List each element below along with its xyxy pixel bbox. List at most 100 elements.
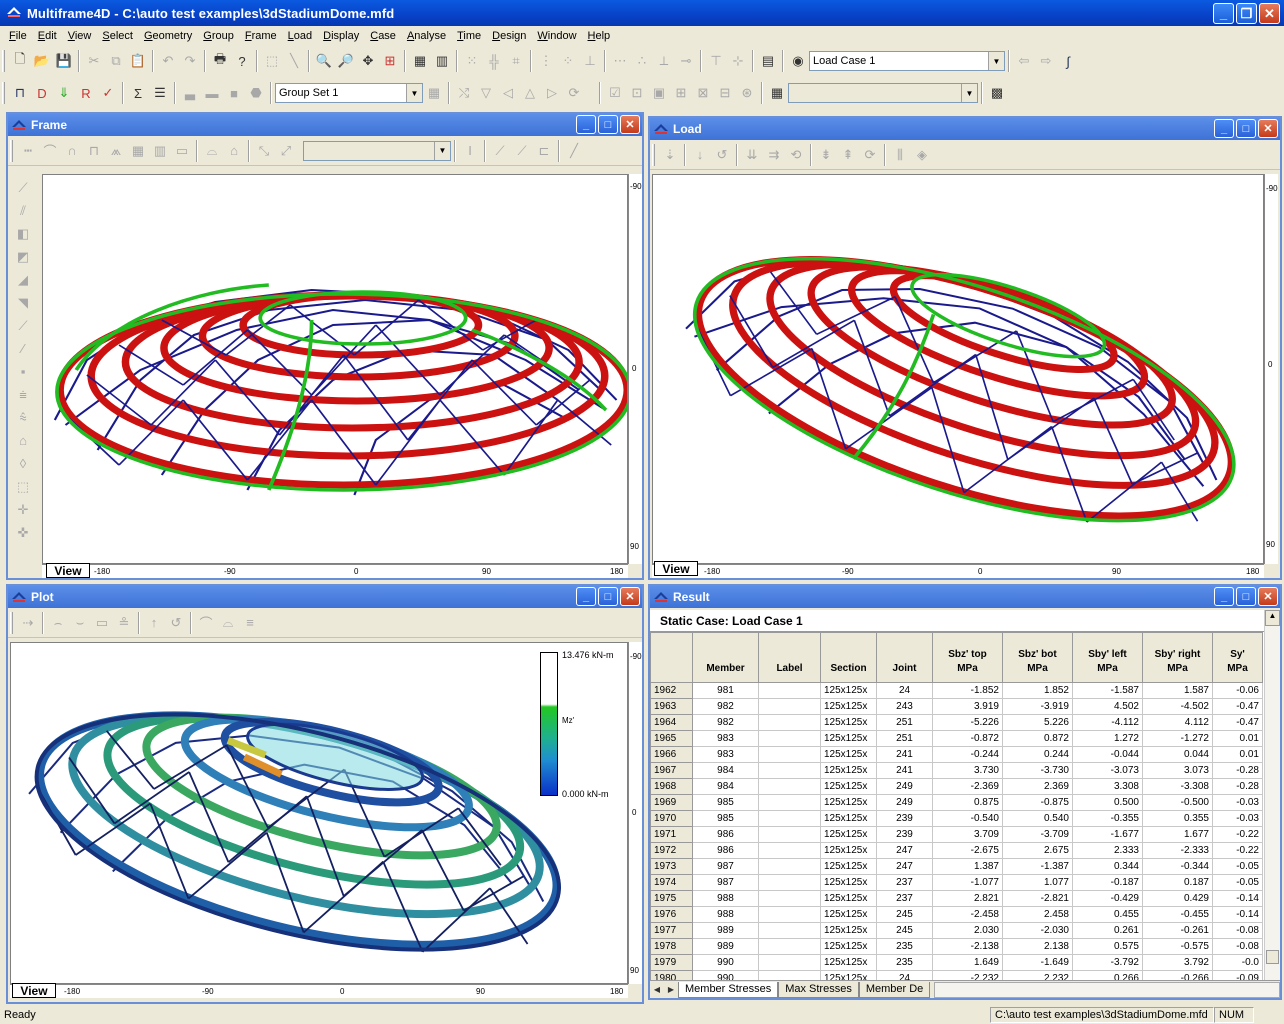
- table-cell[interactable]: -0.187: [1072, 874, 1143, 891]
- table-cell[interactable]: [758, 698, 821, 715]
- distributed-load2-icon[interactable]: ⇉: [763, 144, 785, 166]
- minimize-button[interactable]: _: [1214, 119, 1234, 138]
- plot-view-tab[interactable]: View: [12, 983, 56, 998]
- table-cell[interactable]: 125x125x: [820, 762, 877, 779]
- table-cell[interactable]: 125x125x: [820, 970, 877, 980]
- force-icon[interactable]: ↓: [689, 144, 711, 166]
- table-cell[interactable]: 0.540: [1002, 810, 1073, 827]
- plot-window-icon[interactable]: ✓: [97, 82, 119, 104]
- view-left-icon[interactable]: ◁: [497, 82, 519, 104]
- column-header[interactable]: Sby' right MPa: [1142, 632, 1213, 683]
- table-cell[interactable]: 24: [876, 682, 933, 699]
- close-button[interactable]: ✕: [1258, 119, 1278, 138]
- table-cell[interactable]: 125x125x: [820, 938, 877, 955]
- design-select[interactable]: ▼: [788, 83, 978, 103]
- row-header[interactable]: 1973: [650, 858, 693, 875]
- row-header[interactable]: 1974: [650, 874, 693, 891]
- toolbar-grip[interactable]: [2, 82, 5, 104]
- table-cell[interactable]: [758, 858, 821, 875]
- cut-icon[interactable]: ✂: [83, 50, 105, 72]
- table-cell[interactable]: -0.14: [1212, 906, 1263, 923]
- table-cell[interactable]: 988: [692, 906, 759, 923]
- table-cell[interactable]: 125x125x: [820, 842, 877, 859]
- member-tool4-icon[interactable]: ◩: [12, 245, 34, 268]
- table-cell[interactable]: 247: [876, 858, 933, 875]
- menu-geometry[interactable]: Geometry: [139, 30, 198, 42]
- table-cell[interactable]: 986: [692, 842, 759, 859]
- table-cell[interactable]: 4.112: [1142, 714, 1213, 731]
- table-cell[interactable]: 2.821: [932, 890, 1003, 907]
- result-vertical-scrollbar[interactable]: ▲: [1264, 610, 1280, 980]
- tab-scroll-left-icon[interactable]: ◀: [650, 983, 664, 997]
- joint-tool2-icon[interactable]: ▪: [12, 360, 34, 383]
- table-cell[interactable]: 239: [876, 810, 933, 827]
- table-cell[interactable]: [758, 762, 821, 779]
- table-cell[interactable]: 989: [692, 922, 759, 939]
- row-header[interactable]: 1970: [650, 810, 693, 827]
- table-cell[interactable]: -0.872: [932, 730, 1003, 747]
- table-cell[interactable]: 1.852: [1002, 682, 1073, 699]
- member-tool6-icon[interactable]: ◥: [12, 291, 34, 314]
- table-cell[interactable]: -0.875: [1002, 794, 1073, 811]
- support-tool2-icon[interactable]: ⩯: [12, 406, 34, 429]
- report-list-icon[interactable]: ☰: [149, 82, 171, 104]
- menu-file[interactable]: File: [4, 30, 33, 42]
- table-cell[interactable]: 125x125x: [820, 826, 877, 843]
- table-cell[interactable]: 986: [692, 826, 759, 843]
- maximize-button[interactable]: □: [598, 587, 618, 606]
- table-row[interactable]: 1976 988 125x125x 245 -2.458 2.458 0.455 -0.455…: [650, 906, 1263, 923]
- toolbar-grip[interactable]: [2, 50, 5, 72]
- chevron-down-icon[interactable]: ▼: [988, 52, 1004, 70]
- row-header[interactable]: 1971: [650, 826, 693, 843]
- table-cell[interactable]: [758, 874, 821, 891]
- table-cell[interactable]: 990: [692, 970, 759, 980]
- report-icon[interactable]: ▤: [757, 50, 779, 72]
- table-row[interactable]: 1973 987 125x125x 247 1.387 -1.387 0.344 -0.344…: [650, 858, 1263, 875]
- table-cell[interactable]: -0.266: [1142, 970, 1213, 980]
- table-cell[interactable]: -0.22: [1212, 842, 1263, 859]
- zoom-extents-icon[interactable]: ⊞: [379, 50, 401, 72]
- row-header[interactable]: 1965: [650, 730, 693, 747]
- table-cell[interactable]: [758, 810, 821, 827]
- data-window-icon[interactable]: D: [31, 82, 53, 104]
- column-header[interactable]: Label: [758, 632, 821, 683]
- close-button[interactable]: ✕: [620, 115, 640, 134]
- table-cell[interactable]: -0.14: [1212, 890, 1263, 907]
- section-select[interactable]: ▼: [303, 140, 451, 161]
- table-cell[interactable]: -2.030: [1002, 922, 1073, 939]
- table-cell[interactable]: 5.226: [1002, 714, 1073, 731]
- draw-curve-icon[interactable]: ∩: [61, 140, 83, 162]
- table-cell[interactable]: -0.455: [1142, 906, 1213, 923]
- table-cell[interactable]: 125x125x: [820, 858, 877, 875]
- table-cell[interactable]: 251: [876, 730, 933, 747]
- menu-display[interactable]: Display: [318, 30, 365, 42]
- section-icon[interactable]: I: [459, 140, 481, 162]
- distributed-moment-icon[interactable]: ⟲: [785, 144, 807, 166]
- row-header[interactable]: 1977: [650, 922, 693, 939]
- table-cell[interactable]: -4.112: [1072, 714, 1143, 731]
- draw-arc-icon[interactable]: ⌒: [39, 140, 61, 162]
- design-section-icon[interactable]: ▣: [648, 82, 670, 104]
- member-tool5-icon[interactable]: ◢: [12, 268, 34, 291]
- view-3d-icon[interactable]: ⟳: [563, 82, 585, 104]
- table-cell[interactable]: 2.333: [1072, 842, 1143, 859]
- menu-view[interactable]: View: [63, 30, 98, 42]
- table-cell[interactable]: 0.500: [1072, 794, 1143, 811]
- table-cell[interactable]: 3.919: [932, 698, 1003, 715]
- table-cell[interactable]: 125x125x: [820, 906, 877, 923]
- grid-frame-icon[interactable]: ▦: [409, 50, 431, 72]
- minimize-button[interactable]: _: [1213, 3, 1234, 24]
- table-cell[interactable]: 3.709: [932, 826, 1003, 843]
- table-cell[interactable]: -0.0: [1212, 954, 1263, 971]
- table-cell[interactable]: 125x125x: [820, 714, 877, 731]
- table-cell[interactable]: 237: [876, 890, 933, 907]
- table-cell[interactable]: -0.044: [1072, 746, 1143, 763]
- table-cell[interactable]: -2.458: [932, 906, 1003, 923]
- menu-design[interactable]: Design: [487, 30, 532, 42]
- row-header[interactable]: 1962: [650, 682, 693, 699]
- plot-torsion-icon[interactable]: ≡: [239, 612, 261, 634]
- table-cell[interactable]: -1.677: [1072, 826, 1143, 843]
- table-cell[interactable]: 125x125x: [820, 682, 877, 699]
- draw-panel-icon[interactable]: ▭: [171, 140, 193, 162]
- table-cell[interactable]: 125x125x: [820, 874, 877, 891]
